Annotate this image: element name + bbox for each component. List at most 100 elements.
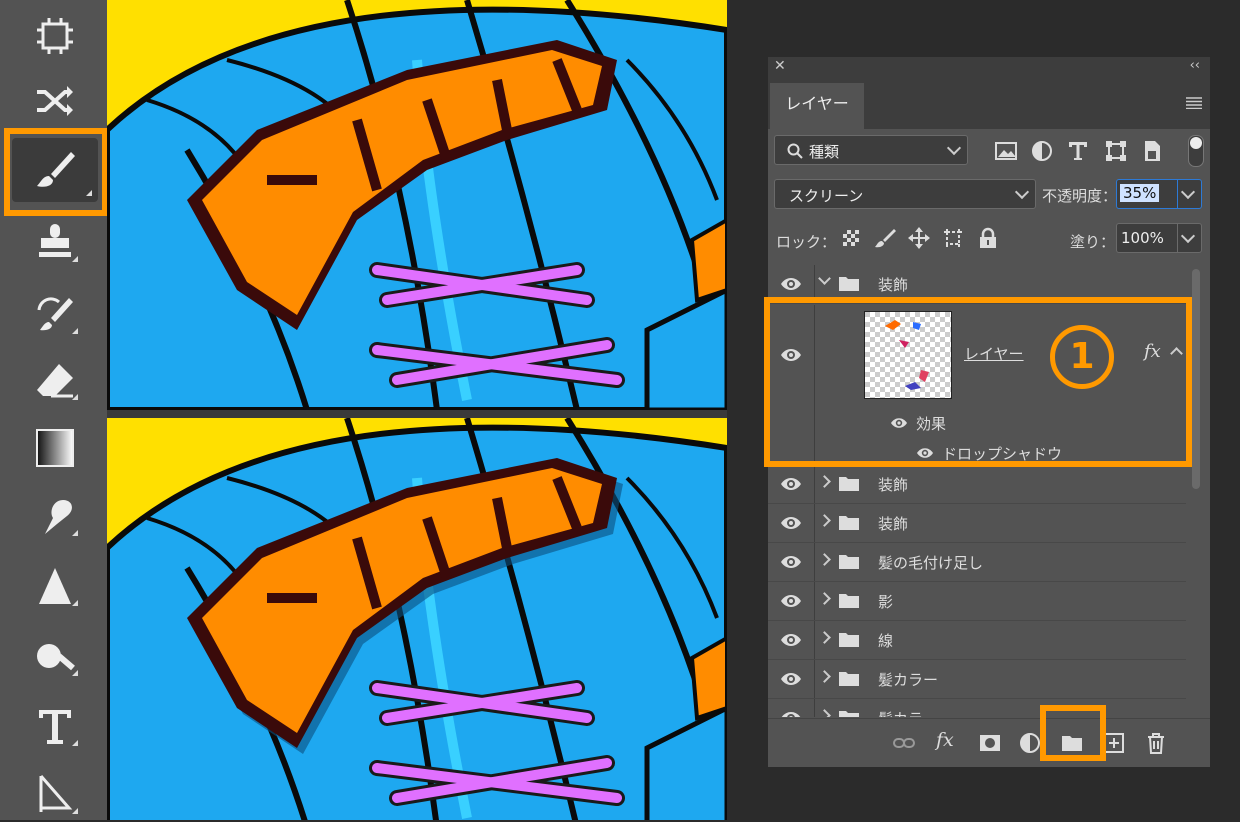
eye-icon[interactable] bbox=[780, 513, 802, 533]
expand-chevron-icon[interactable] bbox=[818, 514, 831, 527]
layer-group[interactable]: 装飾 bbox=[768, 465, 1186, 504]
expand-chevron-icon[interactable] bbox=[818, 592, 831, 605]
selected-layer[interactable]: レイヤー 1 fx 効果 ドロップシャドウ bbox=[768, 305, 1186, 469]
layer-group[interactable]: 影 bbox=[768, 582, 1186, 621]
layer-name[interactable]: 装飾 bbox=[878, 274, 908, 295]
expand-chevron-icon[interactable] bbox=[818, 631, 831, 644]
filter-kind-select[interactable]: 種類 bbox=[774, 135, 968, 165]
eye-icon[interactable] bbox=[780, 591, 802, 611]
layer-name[interactable]: 装飾 bbox=[878, 474, 908, 495]
shape-filter-icon[interactable] bbox=[1104, 139, 1128, 163]
tool-path-select[interactable] bbox=[20, 766, 90, 822]
blend-mode-select[interactable]: スクリーン bbox=[774, 179, 1036, 209]
tool-sharpen[interactable] bbox=[20, 558, 90, 614]
tab-layers[interactable]: レイヤー bbox=[770, 83, 864, 129]
layer-name[interactable]: 髪の毛付け足し bbox=[878, 552, 983, 573]
opacity-value[interactable]: 35% bbox=[1120, 184, 1160, 202]
gradient-icon bbox=[36, 429, 74, 467]
new-group-folder-icon[interactable] bbox=[1060, 731, 1084, 755]
lock-all-icon[interactable] bbox=[978, 227, 998, 249]
effect-drop-shadow[interactable]: ドロップシャドウ bbox=[942, 443, 1062, 464]
expand-chevron-icon[interactable] bbox=[818, 475, 831, 488]
fx-icon[interactable]: fx bbox=[936, 729, 954, 751]
tool-stamp[interactable] bbox=[20, 214, 90, 270]
trash-icon[interactable] bbox=[1144, 731, 1168, 755]
layer-list: 装飾 レイヤー 1 fx 効果 ドロップシャドウ 装飾 装飾 髪の毛付け足し 影… bbox=[768, 265, 1210, 717]
link-icon[interactable] bbox=[892, 731, 916, 755]
opacity-field[interactable]: 35% bbox=[1116, 179, 1202, 209]
tool-shuffle[interactable] bbox=[20, 72, 90, 128]
tool-artboard[interactable] bbox=[20, 8, 90, 64]
path-select-icon bbox=[39, 775, 73, 812]
tool-gradient[interactable] bbox=[20, 420, 90, 476]
layer-group[interactable]: 髪の毛付け足し bbox=[768, 543, 1186, 582]
tool-eraser[interactable] bbox=[20, 352, 90, 408]
layer-name[interactable]: 線 bbox=[878, 630, 893, 651]
layer-name[interactable]: 影 bbox=[878, 591, 893, 612]
adjustment-icon[interactable] bbox=[1018, 731, 1042, 755]
eye-icon[interactable] bbox=[780, 474, 802, 494]
layer-name[interactable]: 髪カラー bbox=[878, 669, 938, 690]
lock-transparent-icon[interactable] bbox=[842, 229, 860, 247]
expand-chevron-icon[interactable] bbox=[818, 709, 831, 717]
right-gutter bbox=[1210, 0, 1240, 820]
tool-type[interactable] bbox=[20, 698, 90, 754]
layer-group[interactable]: 髪カラー bbox=[768, 699, 1186, 717]
layer-thumbnail[interactable] bbox=[864, 311, 952, 399]
image-filter-icon[interactable] bbox=[994, 139, 1018, 163]
expand-chevron-icon[interactable] bbox=[818, 272, 831, 285]
fill-value[interactable]: 100% bbox=[1121, 229, 1164, 247]
new-layer-icon[interactable] bbox=[1102, 731, 1126, 755]
eraser-icon bbox=[37, 364, 73, 398]
lock-position-icon[interactable] bbox=[908, 227, 930, 249]
eye-icon[interactable] bbox=[780, 669, 802, 689]
folder-icon bbox=[839, 672, 859, 686]
layer-name[interactable]: レイヤー bbox=[964, 343, 1024, 364]
close-icon[interactable]: ✕ bbox=[774, 58, 786, 74]
stamp-icon bbox=[39, 224, 71, 257]
layer-name[interactable]: 装飾 bbox=[878, 513, 908, 534]
tool-history-brush[interactable] bbox=[20, 286, 90, 342]
adjustment-filter-icon[interactable] bbox=[1030, 139, 1054, 163]
tool-smudge[interactable] bbox=[20, 488, 90, 544]
layer-group[interactable]: 装飾 bbox=[768, 504, 1186, 543]
type-filter-icon[interactable] bbox=[1066, 139, 1090, 163]
layer-list-scrollbar[interactable] bbox=[1192, 269, 1200, 489]
lock-artboard-icon[interactable] bbox=[942, 227, 964, 249]
sharpen-icon bbox=[39, 568, 71, 604]
collapse-effects-icon[interactable] bbox=[1170, 347, 1183, 360]
layer-name[interactable]: 髪カラー bbox=[878, 708, 938, 717]
eye-icon[interactable] bbox=[780, 630, 802, 650]
folder-icon bbox=[839, 633, 859, 647]
eye-icon[interactable] bbox=[890, 415, 908, 431]
expand-chevron-icon[interactable] bbox=[818, 670, 831, 683]
filter-toggle[interactable] bbox=[1188, 135, 1204, 167]
panel-menu-icon[interactable] bbox=[1186, 97, 1202, 109]
mask-icon[interactable] bbox=[978, 731, 1002, 755]
chevron-down-icon bbox=[946, 140, 962, 156]
blend-row: スクリーン 不透明度： 35% bbox=[768, 179, 1210, 211]
eye-icon[interactable] bbox=[780, 345, 802, 365]
brush-icon bbox=[37, 152, 75, 187]
lock-pixels-icon[interactable] bbox=[874, 227, 896, 249]
eye-icon[interactable] bbox=[780, 708, 802, 717]
fx-icon[interactable]: fx bbox=[1144, 341, 1161, 362]
eye-icon[interactable] bbox=[916, 445, 934, 461]
smart-object-filter-icon[interactable] bbox=[1140, 139, 1164, 163]
tool-dodge[interactable] bbox=[20, 628, 90, 684]
fill-field[interactable]: 100% bbox=[1116, 223, 1202, 253]
tool-brush[interactable] bbox=[12, 138, 98, 202]
eye-icon[interactable] bbox=[780, 552, 802, 572]
fill-label: 塗り： bbox=[1070, 233, 1116, 251]
layer-group[interactable]: 髪カラー bbox=[768, 660, 1186, 699]
expand-chevron-icon[interactable] bbox=[818, 553, 831, 566]
chevron-down-icon[interactable] bbox=[1180, 228, 1196, 244]
layer-group-open[interactable]: 装飾 bbox=[768, 265, 1186, 304]
chevron-down-icon[interactable] bbox=[1180, 184, 1196, 200]
type-icon bbox=[39, 710, 71, 744]
step-badge: 1 bbox=[1050, 325, 1114, 389]
canvas-area[interactable] bbox=[107, 0, 727, 820]
collapse-icon[interactable]: ‹‹ bbox=[1190, 58, 1200, 73]
eye-icon[interactable] bbox=[780, 274, 802, 294]
layer-group[interactable]: 線 bbox=[768, 621, 1186, 660]
